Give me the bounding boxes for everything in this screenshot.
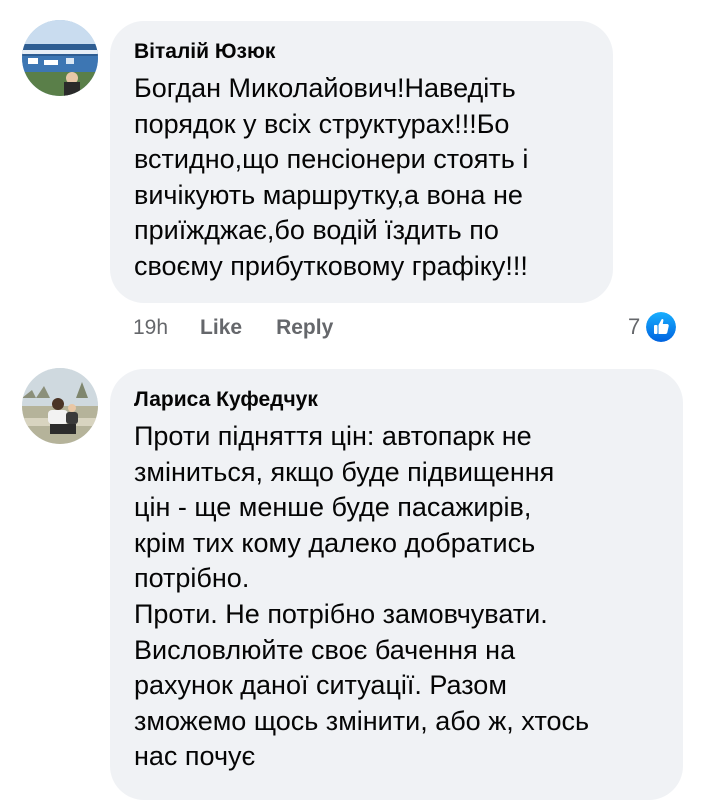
like-button[interactable]: Like [200, 316, 242, 340]
stadium-photo-icon [22, 20, 98, 96]
comment-text: Богдан Миколайович!Наведіть порядок у вс… [134, 73, 529, 281]
reaction-count: 7 [628, 314, 641, 339]
comment-author[interactable]: Віталій Юзюк [134, 39, 528, 65]
comment-text: Проти підняття цін: автопарк не змінитьс… [134, 421, 590, 772]
comment-actions: 19h Like Reply [133, 311, 367, 345]
outdoor-photo-icon [22, 368, 98, 444]
comment-bubble-1: Віталій Юзюк Богдан Миколайович!Наведіть… [110, 21, 613, 303]
comments-thread: Віталій Юзюк Богдан Миколайович!Наведіть… [0, 0, 706, 800]
reply-button[interactable]: Reply [276, 316, 333, 340]
avatar-vitalii[interactable] [22, 20, 98, 96]
comment-timestamp[interactable]: 19h [133, 316, 168, 340]
like-reaction-icon [646, 312, 677, 342]
reaction-summary[interactable]: 7 [628, 310, 677, 344]
avatar-larysa[interactable] [22, 368, 98, 444]
comment-author[interactable]: Лариса Куфедчук [134, 387, 589, 413]
comment-bubble-2: Лариса Куфедчук Проти підняття цін: авто… [110, 369, 683, 800]
